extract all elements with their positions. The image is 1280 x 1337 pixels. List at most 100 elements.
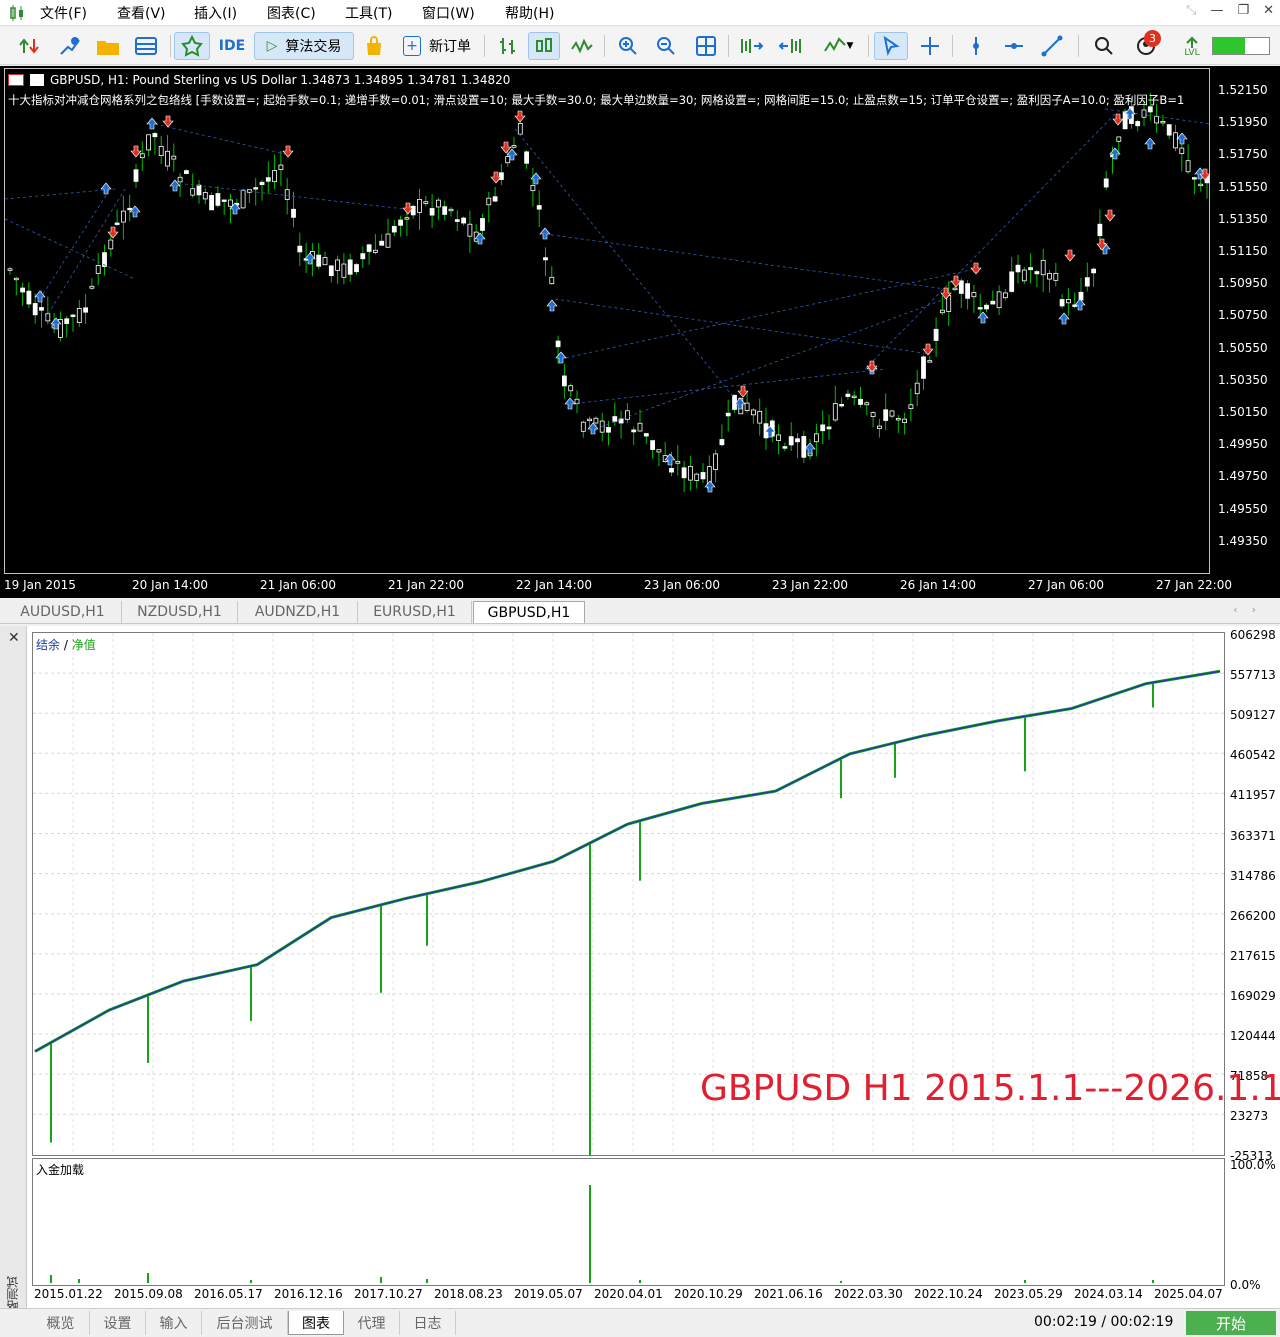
chart-type-icon bbox=[30, 74, 44, 86]
menu-help[interactable]: 帮助(H) bbox=[505, 3, 554, 23]
trendline-icon[interactable] bbox=[1036, 32, 1068, 60]
candle-body bbox=[1028, 267, 1033, 271]
candle-body bbox=[725, 412, 731, 417]
buy-arrow-icon bbox=[34, 290, 46, 303]
indicators-dropdown[interactable]: ▼ bbox=[814, 32, 862, 60]
ide-button[interactable]: IDE bbox=[214, 32, 250, 60]
line-chart-icon[interactable] bbox=[566, 32, 598, 60]
chart-window-icon bbox=[8, 74, 24, 86]
candle-body bbox=[877, 425, 882, 429]
bar-chart-icon[interactable] bbox=[492, 32, 524, 60]
templates-icon[interactable] bbox=[130, 32, 162, 60]
start-button[interactable]: 开始 bbox=[1186, 1311, 1276, 1335]
tab-eurusd[interactable]: EURUSD,H1 bbox=[358, 601, 472, 623]
candle-body bbox=[631, 429, 637, 433]
tab-journal[interactable]: 日志 bbox=[400, 1311, 456, 1335]
zoom-in-icon[interactable] bbox=[612, 32, 644, 60]
menu-tools[interactable]: 工具(T) bbox=[345, 3, 392, 23]
candle-body bbox=[965, 283, 970, 299]
menu-window[interactable]: 窗口(W) bbox=[422, 3, 475, 23]
cursor-icon[interactable] bbox=[874, 32, 908, 60]
shopping-bag-icon[interactable] bbox=[358, 32, 390, 60]
collapse-icon[interactable]: ⤡ bbox=[1186, 3, 1196, 18]
market-icon[interactable] bbox=[174, 32, 210, 60]
candle-body bbox=[895, 418, 901, 421]
tab-overview[interactable]: 概览 bbox=[32, 1311, 90, 1335]
tab-settings[interactable]: 设置 bbox=[90, 1311, 146, 1335]
candle-body bbox=[530, 185, 536, 192]
candle-body bbox=[215, 193, 221, 206]
tab-backtest[interactable]: 后台测试 bbox=[202, 1311, 288, 1335]
autoscroll-icon[interactable] bbox=[774, 32, 808, 60]
tab-graph[interactable]: 图表 bbox=[288, 1311, 344, 1335]
menu-file[interactable]: 文件(F) bbox=[40, 3, 87, 23]
profiles-folder-icon[interactable] bbox=[92, 32, 124, 60]
new-chart-icon[interactable] bbox=[54, 32, 86, 60]
candle-body bbox=[39, 307, 44, 311]
tile-windows-icon[interactable] bbox=[690, 32, 722, 60]
date-tick-label: 2021.06.16 bbox=[754, 1287, 823, 1301]
candle-body bbox=[593, 417, 599, 424]
candle-body bbox=[996, 291, 1002, 309]
candle-body bbox=[177, 176, 183, 183]
signal-level-icon[interactable]: LVL bbox=[1176, 32, 1208, 60]
candle-body bbox=[832, 403, 838, 421]
candle-body bbox=[379, 240, 385, 246]
candle-body bbox=[795, 438, 800, 443]
candle-body bbox=[7, 268, 13, 271]
candlestick-icon[interactable] bbox=[528, 32, 560, 60]
algo-trading-button[interactable]: ▷ 算法交易 bbox=[254, 32, 354, 60]
candle-body bbox=[253, 187, 259, 190]
graph-legend: 结余 / 净值 bbox=[36, 636, 96, 653]
candle-body bbox=[448, 208, 454, 212]
vertical-line-icon[interactable] bbox=[960, 32, 992, 60]
candle-body bbox=[555, 340, 561, 348]
candle-body bbox=[13, 277, 19, 281]
notifications-button[interactable]: 3 bbox=[1128, 30, 1164, 60]
candle-body bbox=[505, 156, 511, 164]
candle-body bbox=[675, 460, 681, 464]
price-chart-area[interactable]: GBPUSD, H1: Pound Sterling vs US Dollar … bbox=[0, 66, 1280, 598]
candle-body bbox=[1040, 259, 1046, 276]
candle-body bbox=[776, 434, 781, 441]
candle-body bbox=[883, 409, 889, 421]
new-order-button[interactable]: + 新订单 bbox=[396, 32, 478, 60]
zoom-out-icon[interactable] bbox=[650, 32, 682, 60]
candle-body bbox=[1009, 271, 1015, 292]
close-icon[interactable]: ✕ bbox=[1263, 3, 1274, 18]
tab-scroll-arrows[interactable]: ‹› bbox=[1233, 603, 1270, 616]
candle-body bbox=[643, 433, 649, 437]
buy-arrow-icon bbox=[1058, 312, 1070, 325]
restore-icon[interactable]: ❐ bbox=[1237, 3, 1249, 18]
sell-arrow-icon bbox=[970, 262, 982, 275]
search-icon[interactable] bbox=[1088, 32, 1120, 60]
buy-sell-arrows-icon[interactable] bbox=[14, 32, 46, 60]
tab-audusd[interactable]: AUDUSD,H1 bbox=[4, 601, 122, 623]
chart-shift-icon[interactable] bbox=[734, 32, 768, 60]
candle-body bbox=[814, 433, 819, 443]
candle-body bbox=[246, 189, 252, 193]
tab-inputs[interactable]: 输入 bbox=[146, 1311, 202, 1335]
tab-gbpusd[interactable]: GBPUSD,H1 bbox=[473, 601, 585, 623]
candle-body bbox=[228, 199, 233, 207]
price-tick-label: 1.50350 bbox=[1218, 372, 1268, 387]
crosshair-icon[interactable] bbox=[914, 32, 946, 60]
menu-view[interactable]: 查看(V) bbox=[117, 3, 166, 23]
menu-insert[interactable]: 插入(I) bbox=[194, 3, 237, 23]
candle-body bbox=[568, 385, 574, 392]
candle-body bbox=[1053, 272, 1059, 281]
play-icon: ▷ bbox=[266, 38, 278, 54]
candle-body bbox=[95, 265, 101, 274]
sell-arrow-icon bbox=[162, 115, 174, 128]
candle-body bbox=[713, 453, 718, 470]
date-tick-label: 2018.08.23 bbox=[434, 1287, 503, 1301]
time-tick-label: 23 Jan 06:00 bbox=[644, 578, 720, 592]
menu-chart[interactable]: 图表(C) bbox=[267, 3, 316, 23]
tab-agents[interactable]: 代理 bbox=[344, 1311, 400, 1335]
minimize-icon[interactable]: — bbox=[1210, 3, 1223, 18]
tab-nzdusd[interactable]: NZDUSD,H1 bbox=[122, 601, 238, 623]
tab-audnzd[interactable]: AUDNZD,H1 bbox=[238, 601, 358, 623]
close-icon[interactable]: ✕ bbox=[8, 630, 20, 646]
candle-body bbox=[946, 295, 952, 312]
horizontal-line-icon[interactable] bbox=[998, 32, 1030, 60]
